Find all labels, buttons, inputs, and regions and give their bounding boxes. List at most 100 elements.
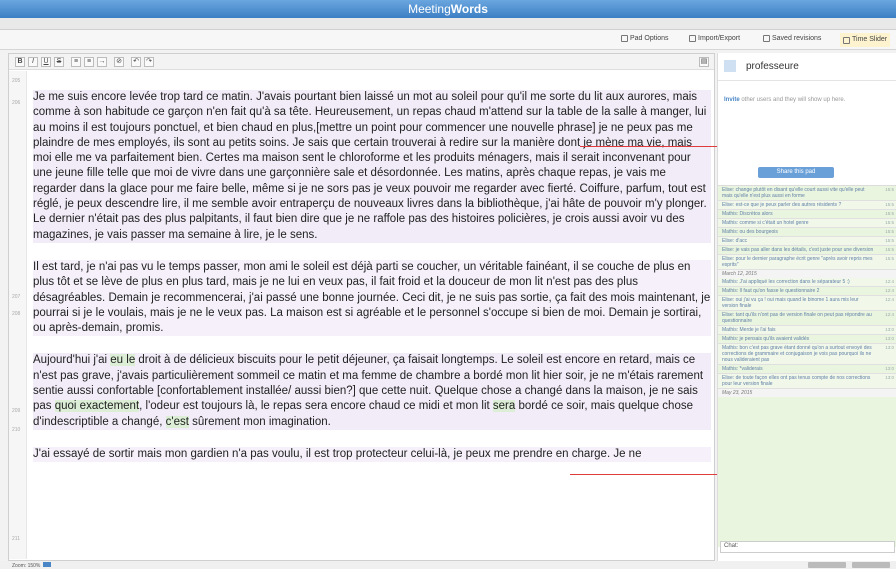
chat-message: Elise: tant qu'ils n'ont pas de version … [718, 311, 896, 326]
underline-button[interactable]: U [41, 57, 51, 67]
paragraph[interactable]: Il est tard, je n'ai pas vu le temps pas… [33, 259, 711, 337]
app-title-prefix: Meeting [408, 2, 451, 16]
invite-text: Invite other users and they will show up… [724, 97, 845, 103]
pad-options-button[interactable]: Pad Options [621, 35, 669, 42]
invite-link[interactable]: Invite [724, 97, 740, 103]
chat-message: Mathis: Merde je l'ai fais 13:0 [718, 326, 896, 335]
document-body[interactable]: Je me suis encore levée trop tard ce mat… [33, 90, 711, 479]
chat-message: Mathis: ou des bourgeois 15:5 [718, 228, 896, 237]
editor-toolbar: B I U S ≡ ≡ → ⊘ ↶ ↷ ▤ [9, 54, 714, 70]
chat-message: Mathis: Il faut qu'on fasse le questionn… [718, 287, 896, 296]
highlighted-text: c'est [165, 415, 189, 428]
paragraph[interactable]: J'ai essayé de sortir mais mon gardien n… [33, 446, 711, 462]
chat-message-text: Elise: tant qu'ils n'ont pas de version … [722, 312, 872, 324]
chat-message: Elise: pour le dernier paragraphe écrit … [718, 255, 896, 270]
app-title-bold: Words [450, 2, 488, 16]
ordered-list-icon[interactable]: ≡ [71, 57, 81, 67]
menu-bar: Pad Options Import/Export Saved revision… [0, 30, 896, 50]
chat-message-text: Mathis: Merde je l'ai fais [722, 327, 776, 333]
chat-message-text: Elise: je vais pas aller dans les détail… [722, 247, 874, 253]
chat-message-time: 12:4 [885, 279, 894, 284]
chat-message: Mathis: J'ai appliqué les correction dan… [718, 278, 896, 287]
time-slider-label: Time Slider [852, 36, 888, 43]
chat-message-text: Elise: pour le dernier paragraphe écrit … [722, 256, 873, 268]
chat-message-time: 12:4 [885, 312, 894, 317]
chat-message: Elise: change plutôt en disant qu'elle c… [718, 186, 896, 201]
chat-message: Mathis: comme si c'était un hotel genre 1… [718, 219, 896, 228]
undo-icon[interactable]: ↶ [131, 57, 141, 67]
gear-icon [621, 35, 628, 42]
zoom-label: Zoom: [12, 563, 27, 569]
save-icon [763, 35, 770, 42]
top-strip [0, 18, 896, 30]
chat-message-text: Mathis: J'ai appliqué les correction dan… [722, 279, 850, 285]
chat-message-time: 15:5 [885, 247, 894, 252]
text-run: , l'odeur est toujours là, le repas sera… [139, 400, 493, 413]
text-run: Aujourd'hui j'ai [33, 354, 111, 367]
chat-message-text: Mathis: Il faut qu'on fasse le questionn… [722, 288, 820, 294]
user-name[interactable]: professeure [746, 61, 799, 72]
clear-authorship-icon[interactable]: ⊘ [114, 57, 124, 67]
zoom-value: 150% [27, 563, 41, 569]
line-number-gutter: 205 206 207 208 209 210 211 [9, 71, 27, 559]
redo-icon[interactable]: ↷ [144, 57, 154, 67]
chat-message: Mathis: *validerais 13:0 [718, 365, 896, 374]
editor[interactable]: B I U S ≡ ≡ → ⊘ ↶ ↷ ▤ 205 206 207 208 20… [8, 53, 715, 561]
chat-message-time: 15:5 [885, 202, 894, 207]
strikethrough-button[interactable]: S [54, 57, 64, 67]
user-list-row: professeure [718, 53, 896, 81]
chat-message-time: 15:5 [885, 211, 894, 216]
chat-message: Mathis: Discrètos alors 15:5 [718, 210, 896, 219]
chat-message-time: 15:5 [885, 256, 894, 261]
saved-revisions-button[interactable]: Saved revisions [763, 35, 821, 42]
paragraph[interactable]: Je me suis encore levée trop tard ce mat… [33, 90, 711, 243]
chat-message-time: 12:4 [885, 297, 894, 302]
highlighted-text: sera [492, 400, 516, 413]
time-slider-button[interactable]: Time Slider [840, 33, 891, 47]
indent-icon[interactable]: → [97, 57, 107, 67]
line-number: 205 [12, 78, 21, 84]
unordered-list-icon[interactable]: ≡ [84, 57, 94, 67]
chat-message-text: Mathis: comme si c'était un hotel genre [722, 220, 809, 226]
chat-message-time: 15:5 [885, 220, 894, 225]
share-pad-button[interactable]: Share this pad [758, 167, 834, 178]
chat-message-time: 13:0 [885, 375, 894, 380]
bold-button[interactable]: B [15, 57, 25, 67]
clock-icon [843, 36, 850, 44]
chat-message-time: 13:0 [885, 345, 894, 350]
chat-message-time: 15:5 [885, 187, 894, 192]
chat-log[interactable]: Elise: change plutôt en disant qu'elle c… [718, 185, 896, 547]
chat-message: Elise: d'acc 15:5 [718, 237, 896, 246]
import-export-label: Import/Export [698, 35, 741, 42]
line-number: 211 [12, 536, 20, 542]
chat-message: Elise: je vais pas aller dans les détail… [718, 246, 896, 255]
user-color-swatch[interactable] [724, 60, 736, 72]
import-export-button[interactable]: Import/Export [689, 35, 740, 42]
chat-input[interactable] [720, 541, 895, 553]
status-button[interactable] [852, 562, 890, 568]
line-number: 206 [12, 100, 21, 106]
italic-button[interactable]: I [28, 57, 38, 67]
highlighted-text: quoi exactement [54, 400, 140, 413]
chat-message-text: Elise: d'acc [722, 238, 748, 244]
chat-message-text: Elise: change plutôt en disant qu'elle c… [722, 187, 865, 199]
chat-message-text: Mathis: bon c'est pas grave étant donné … [722, 345, 872, 363]
paragraph[interactable]: Aujourd'hui j'ai eu le droit à de délici… [33, 353, 711, 430]
text-run: sûrement mon imagination. [188, 415, 331, 428]
save-revision-icon[interactable]: ▤ [699, 57, 709, 67]
status-button[interactable] [808, 562, 846, 568]
zoom-dropdown-icon[interactable] [43, 562, 52, 567]
chat-message-time: 13:0 [885, 366, 894, 371]
chat-message-text: Elise: est-ce que je peux parler des aut… [722, 202, 842, 208]
pad-options-label: Pad Options [630, 35, 669, 42]
chat-message-time: 15:5 [885, 229, 894, 234]
chat-message: Elise: est-ce que je peux parler des aut… [718, 201, 896, 210]
chat-message: Elise: oui j'ai vu ça ! oui mais quand l… [718, 296, 896, 311]
chat-message-time: 13:0 [885, 336, 894, 341]
annotation-line [580, 146, 740, 147]
chat-message: Elise: de toute façon elles ont pas tenu… [718, 374, 896, 389]
chat-label: Chat: [724, 543, 739, 549]
chat-message: Mathis: bon c'est pas grave étant donné … [718, 344, 896, 365]
line-number: 209 [12, 408, 21, 414]
zoom-control[interactable]: Zoom: 150% [12, 562, 52, 569]
